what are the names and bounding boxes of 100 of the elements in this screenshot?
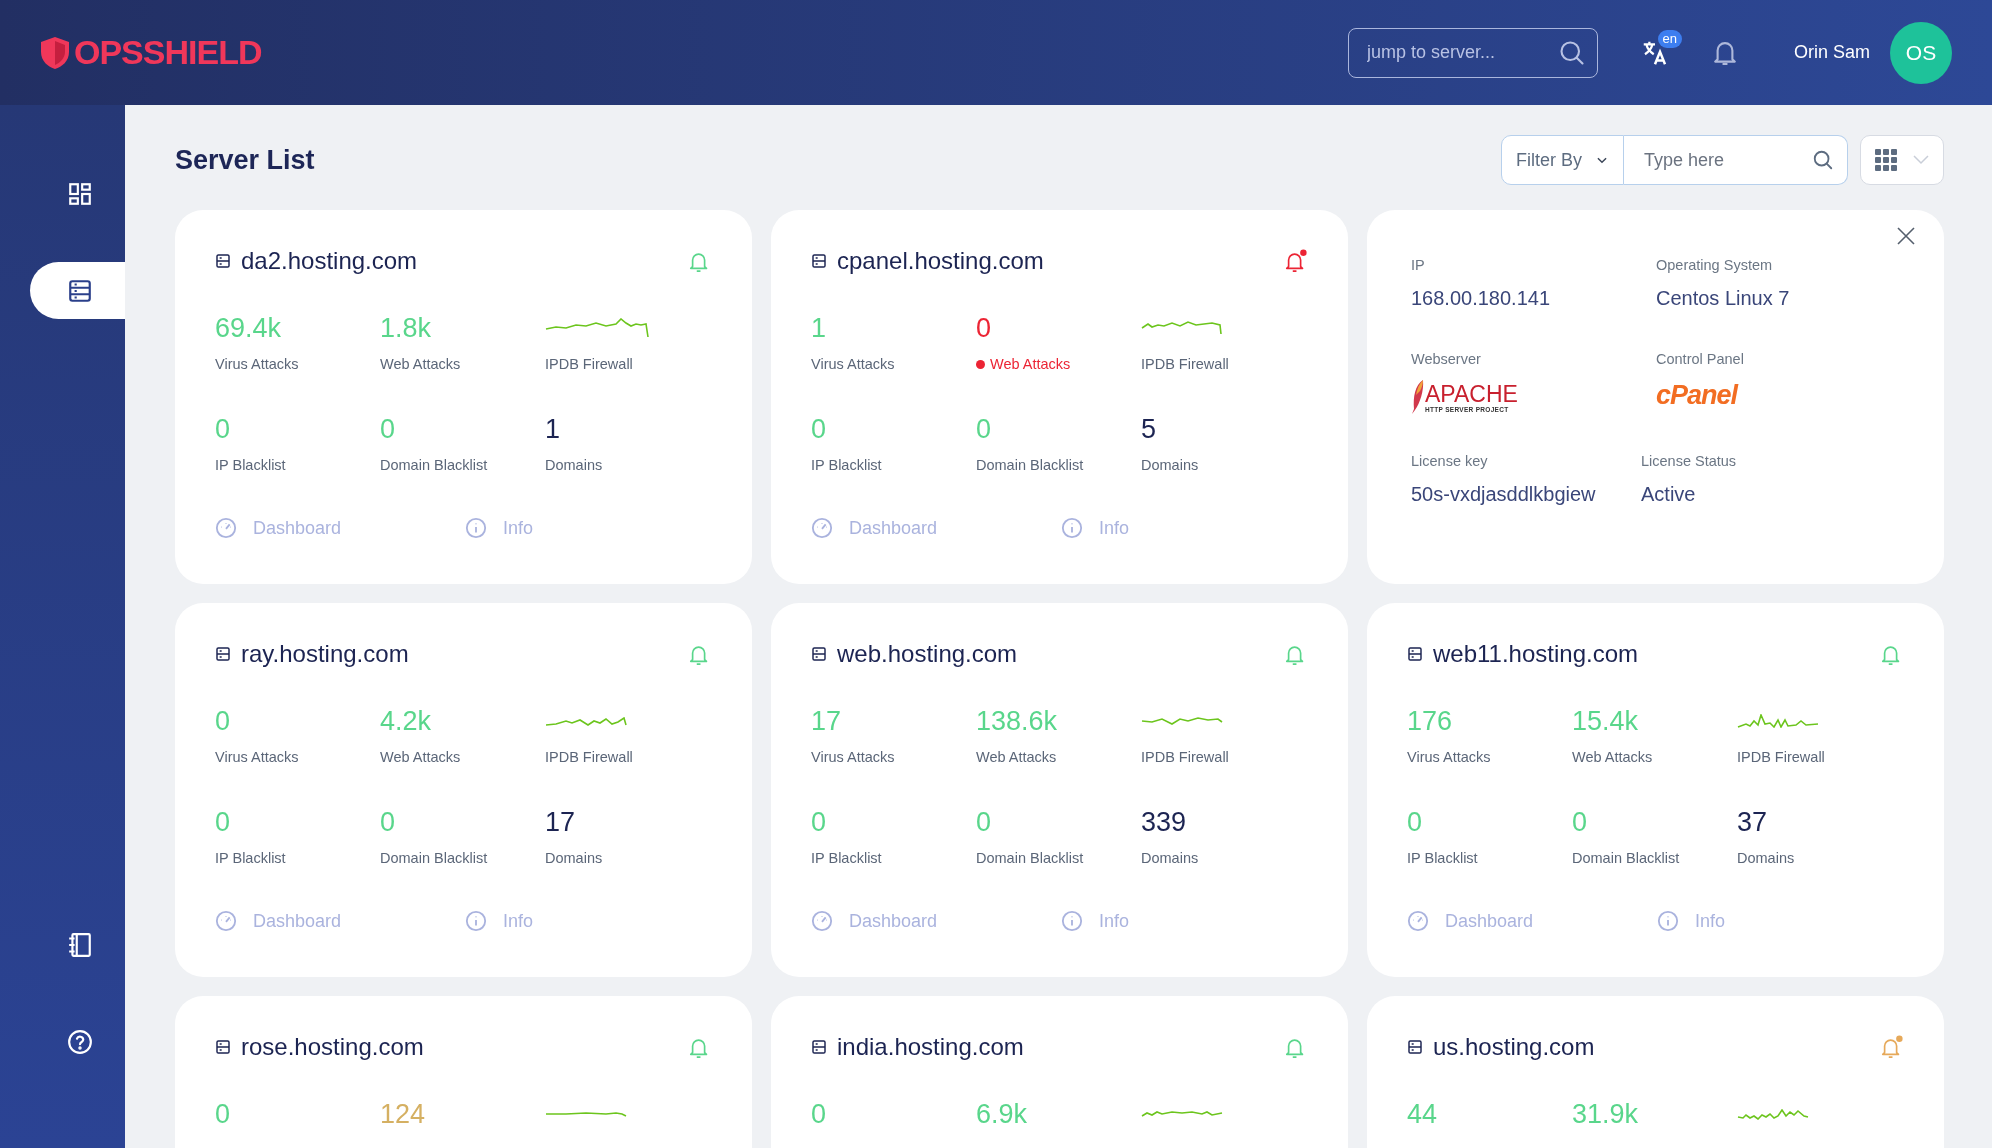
stat-value: 176 [1407, 705, 1454, 738]
webserver-logo-text: APACHE [1425, 382, 1518, 405]
field-label: Webserver [1411, 349, 1482, 369]
stat-label: Domain Blacklist [380, 455, 489, 475]
stat-label: Web Attacks [380, 355, 462, 374]
stat-label: IP Blacklist [215, 848, 287, 868]
server-icon [811, 253, 827, 269]
search-field[interactable]: jump to server... [1347, 27, 1598, 78]
stat-label: Virus Attacks [215, 355, 300, 374]
stat-value: 124 [380, 1098, 427, 1131]
stat-label: Web Attacks [1572, 748, 1654, 767]
stat-value: 17 [811, 705, 843, 738]
dashboard-link[interactable]: Dashboard [1407, 907, 1657, 935]
info-link[interactable]: Info [1657, 907, 1726, 935]
stat-value: 17 [545, 805, 577, 839]
stat-label: IP Blacklist [1407, 848, 1479, 868]
info-link[interactable]: Info [1061, 907, 1130, 935]
field-value: Active [1641, 481, 1697, 507]
view-toggle-button[interactable] [1860, 135, 1944, 185]
shield-logo-icon [40, 35, 70, 70]
stat-label: Domains [1737, 848, 1796, 868]
user-name: Orin Sam [1793, 41, 1870, 64]
stat-value: 0 [215, 1098, 232, 1131]
stat-value: 69.4k [215, 312, 283, 345]
stat-label: IPDB Firewall [545, 355, 634, 374]
stat-label: IP Blacklist [811, 455, 883, 475]
field-label: License Status [1641, 452, 1738, 471]
stat-value: 0 [215, 412, 232, 446]
stat-label: Domain Blacklist [976, 455, 1085, 475]
stat-label: IP Blacklist [215, 455, 287, 475]
control-panel-logo-text: cPanel [1656, 378, 1740, 412]
search-field[interactable]: Type here [1624, 135, 1848, 185]
dashboard-link[interactable]: Dashboard [811, 514, 1061, 542]
info-link[interactable]: Info [465, 907, 534, 935]
stat-label: Virus Attacks [811, 355, 896, 374]
stat-label: Domains [1141, 848, 1200, 868]
stat-label: Web Attacks [976, 354, 1141, 376]
stat-label: Web Attacks [380, 748, 462, 767]
server-icon [811, 646, 827, 662]
search-icon [1557, 38, 1586, 67]
feather-icon [1411, 378, 1425, 415]
stat-label: Domains [1141, 455, 1200, 475]
filter-dropdown[interactable]: Filter By [1501, 135, 1624, 185]
dashboard-icon [67, 180, 93, 207]
stat-label: Domain Blacklist [1572, 848, 1681, 868]
stat-label: IP Blacklist [811, 848, 883, 868]
dashboard-link[interactable]: Dashboard [215, 514, 465, 542]
stat-label: Virus Attacks [1407, 748, 1492, 767]
server-name: us.hosting.com [1433, 1032, 1595, 1062]
info-icon [465, 517, 487, 539]
logo-text: OPSSHIELD [74, 32, 262, 73]
field-label: Operating System [1656, 256, 1774, 275]
stat-value: 0 [811, 1098, 828, 1131]
stat-value: 15.4k [1572, 705, 1640, 738]
gauge-icon [811, 910, 833, 932]
gauge-icon [215, 517, 237, 539]
info-icon [465, 910, 487, 932]
field-label: IP [1411, 256, 1426, 275]
server-list-icon [67, 277, 93, 304]
stat-label: Virus Attacks [215, 748, 300, 767]
stat-value: 138.6k [976, 705, 1059, 738]
grid-icon [1875, 149, 1897, 171]
sparkline-chart [1737, 1108, 1809, 1120]
search-icon [1812, 149, 1834, 171]
info-link[interactable]: Info [1061, 514, 1130, 542]
stat-value: 31.9k [1572, 1098, 1640, 1131]
stat-label: Web Attacks [976, 748, 1058, 767]
stat-label: Domain Blacklist [976, 848, 1085, 868]
server-name: cpanel.hosting.com [837, 246, 1044, 276]
server-name: web11.hosting.com [1433, 639, 1638, 669]
stat-label: Domains [545, 455, 604, 475]
server-icon [1407, 646, 1423, 662]
stat-value: 44 [1407, 1098, 1439, 1131]
user-avatar[interactable]: OS [1890, 21, 1952, 84]
info-link[interactable]: Info [465, 514, 534, 542]
stat-label: Domains [545, 848, 604, 868]
stat-label: Virus Attacks [811, 748, 896, 767]
server-name: ray.hosting.com [241, 639, 409, 669]
dashboard-link[interactable]: Dashboard [215, 907, 465, 935]
chevron-down-icon [1913, 155, 1929, 165]
stat-value: 37 [1737, 805, 1769, 839]
server-icon [215, 1039, 231, 1055]
stat-label: IPDB Firewall [1141, 748, 1230, 767]
stat-value: 0 [976, 412, 993, 446]
stat-value: 5 [1141, 412, 1158, 446]
server-name: web.hosting.com [837, 639, 1018, 669]
server-icon [215, 646, 231, 662]
info-icon [1061, 517, 1083, 539]
stat-label: IPDB Firewall [1141, 355, 1230, 374]
page-title: Server List [175, 143, 315, 177]
server-name: rose.hosting.com [241, 1032, 424, 1062]
language-badge: en [1657, 29, 1682, 48]
dashboard-link[interactable]: Dashboard [811, 907, 1061, 935]
stat-value: 0 [215, 705, 232, 738]
stat-value: 0 [380, 412, 397, 446]
gauge-icon [811, 517, 833, 539]
info-icon [1657, 910, 1679, 932]
sidebar-item[interactable] [30, 262, 125, 319]
stat-value: 0 [1407, 805, 1424, 839]
field-label: Control Panel [1656, 349, 1745, 369]
